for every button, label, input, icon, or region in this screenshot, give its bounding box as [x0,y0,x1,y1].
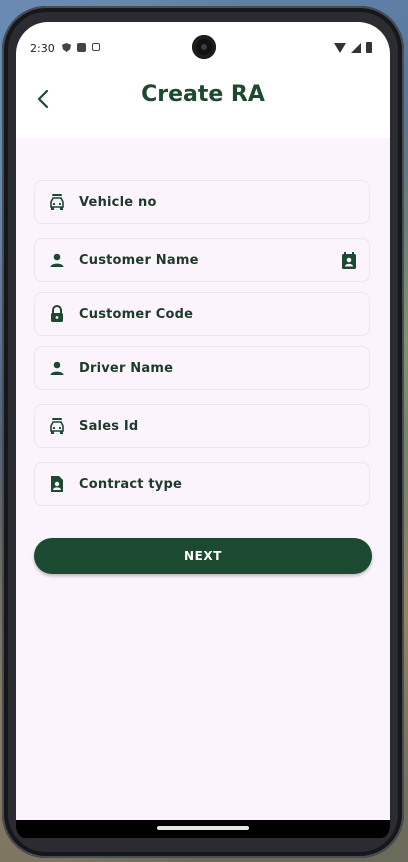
contact-card-icon[interactable] [339,251,359,271]
vehicle-icon [47,192,67,212]
customer-name-label: Customer Name [79,252,199,268]
customer-code-label: Customer Code [79,306,194,322]
screen: 2:30 Create RA Vehicle no Customer Name … [16,22,390,838]
vehicle-no-label: Vehicle no [79,194,157,210]
status-icons-left [62,43,100,52]
sales-id-field[interactable]: Sales Id [34,404,370,448]
a-icon [92,43,100,51]
phone-frame: 2:30 Create RA Vehicle no Customer Name … [2,6,404,858]
contract-type-label: Contract type [79,476,182,492]
person-icon [47,358,67,378]
vehicle-no-field[interactable]: Vehicle no [34,180,370,224]
vehicle-icon [47,416,67,436]
status-bar: 2:30 [16,22,390,74]
person-icon [47,250,67,270]
wifi-icon [334,42,346,53]
customer-code-field[interactable]: Customer Code [34,292,370,336]
page-title: Create RA [141,82,265,107]
home-gesture-pill[interactable] [157,826,249,830]
form-content: Vehicle no Customer Name Customer Code D… [16,138,390,836]
customer-name-field[interactable]: Customer Name [34,238,370,282]
shield-icon [62,43,71,52]
sim-icon [77,43,86,52]
driver-name-field[interactable]: Driver Name [34,346,370,390]
status-icons-right [334,42,372,53]
contract-type-field[interactable]: Contract type [34,462,370,506]
navigation-bar [16,820,390,838]
camera-cutout [192,35,216,59]
lock-icon [47,304,67,324]
sales-id-label: Sales Id [79,418,139,434]
battery-icon [366,42,372,53]
status-time: 2:30 [30,42,55,55]
app-header: Create RA [16,74,390,138]
document-person-icon [47,474,67,494]
signal-icon [351,42,361,53]
driver-name-label: Driver Name [79,360,174,376]
next-button[interactable]: NEXT [34,538,372,574]
